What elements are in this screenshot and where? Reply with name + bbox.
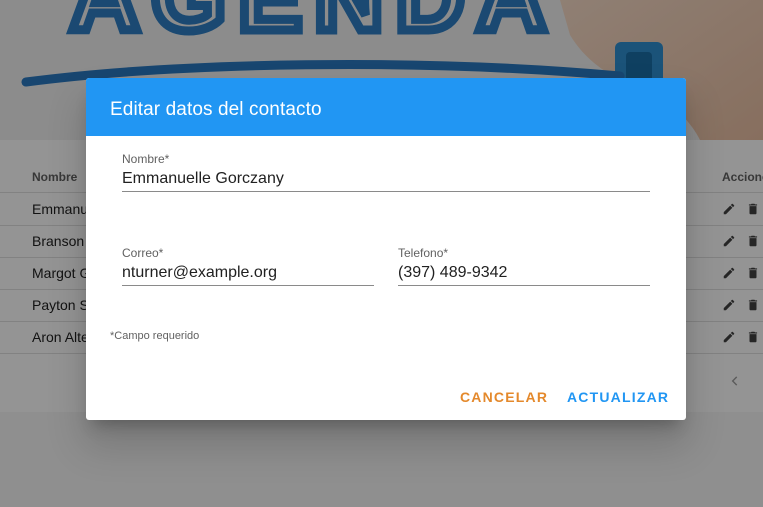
dialog-title: Editar datos del contacto xyxy=(110,99,322,120)
cancel-button[interactable]: CANCELAR xyxy=(452,380,556,414)
phone-field-group: Telefono* xyxy=(398,246,650,292)
name-field[interactable] xyxy=(122,166,650,192)
agenda-page: AGENDA Nombre Acciones Emmanu Branson Ma… xyxy=(0,0,763,507)
phone-field-label: Telefono* xyxy=(398,246,449,260)
name-field-label: Nombre* xyxy=(122,152,170,166)
update-button[interactable]: ACTUALIZAR xyxy=(559,380,677,414)
dialog-header: Editar datos del contacto xyxy=(86,78,686,136)
name-field-group: Nombre* xyxy=(122,152,650,198)
edit-contact-dialog: Editar datos del contacto Nombre* Correo… xyxy=(86,78,686,420)
email-field[interactable] xyxy=(122,260,374,286)
phone-field[interactable] xyxy=(398,260,650,286)
email-field-label: Correo* xyxy=(122,246,164,260)
email-field-group: Correo* xyxy=(122,246,374,292)
required-note: *Campo requerido xyxy=(110,330,200,342)
